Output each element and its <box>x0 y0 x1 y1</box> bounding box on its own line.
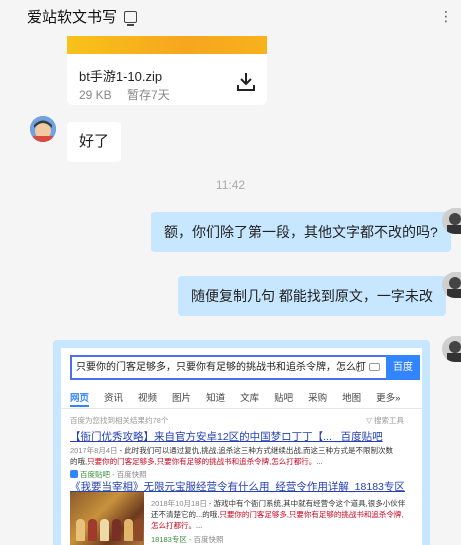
search-tabs: 网页 资讯 视频 图片 知道 文库 贴吧 采购 地图 更多» <box>70 390 415 407</box>
microphone-icon <box>356 362 362 372</box>
result-thumbnail <box>70 492 144 545</box>
tab-more: 更多» <box>376 393 401 404</box>
tab-tieba: 贴吧 <box>274 393 294 404</box>
chat-header: 爱站软文书写 ⋮ <box>0 0 461 32</box>
search-tools: ▽ 搜索工具 <box>366 416 404 425</box>
message-bubble-sent: 额，你们除了第一段，其他文字都不改的吗? <box>151 212 451 252</box>
baidu-search-screenshot: 只要你的门客足够多，只要你有足够的挑战书和追杀令牌，怎么打 百度 网页 资讯 视… <box>61 348 422 545</box>
message-bubble-received: 好了 <box>67 122 122 162</box>
contact-avatar[interactable] <box>30 116 56 142</box>
tab-video: 视频 <box>138 393 158 404</box>
search-input: 只要你的门客足够多，只要你有足够的挑战书和追杀令牌，怎么打 <box>70 355 386 380</box>
baidu-paw-icon <box>70 470 78 478</box>
file-status: 暂存7天 <box>127 88 170 102</box>
search-bar: 只要你的门客足够多，只要你有足够的挑战书和追杀令牌，怎么打 百度 <box>70 355 420 380</box>
file-message-card[interactable]: bt手游1-10.zip 29 KB 暂存7天 <box>67 36 267 105</box>
my-avatar[interactable] <box>442 336 461 362</box>
result-meta: 百度为您找到相关结果约78个 ▽ 搜索工具 <box>70 415 404 426</box>
message-timestamp: 11:42 <box>215 178 246 192</box>
camera-icon <box>369 363 380 371</box>
tab-caigou: 采购 <box>308 393 328 404</box>
result-title: 【衙门优秀攻略】来自官方安卓12区的中国梦ロ丁丁【... _百度贴吧 <box>70 431 383 443</box>
file-name: bt手游1-10.zip <box>79 69 163 84</box>
message-bubble-sent: 随便复制几句 都能找到原文，一字未改 <box>178 276 446 316</box>
result-snippet: 2017年8月4日 - 此时我们可以通过复仇,挑战,追杀这三种方式继续出战,而这… <box>70 446 393 466</box>
tab-news: 资讯 <box>104 393 124 404</box>
divider <box>61 408 422 409</box>
result-count: 百度为您找到相关结果约78个 <box>70 416 169 425</box>
search-query: 只要你的门客足够多，只要你有足够的挑战书和追杀令牌，怎么打 <box>76 362 366 373</box>
file-banner <box>67 36 267 54</box>
search-button: 百度 <box>386 355 420 380</box>
download-icon[interactable] <box>237 72 255 92</box>
result-snippet: 2018年10月18日 - 游戏中有个衙门系统,其中就有经营令这个道具,很多小伙… <box>151 499 406 530</box>
my-avatar[interactable] <box>442 272 461 298</box>
tab-zhidao: 知道 <box>206 393 226 404</box>
monitor-icon[interactable] <box>124 10 138 26</box>
file-meta: 29 KB 暂存7天 <box>79 86 170 103</box>
more-menu-icon[interactable]: ⋮ <box>439 8 453 25</box>
tab-map: 地图 <box>342 393 362 404</box>
image-message[interactable]: 只要你的门客足够多，只要你有足够的挑战书和追杀令牌，怎么打 百度 网页 资讯 视… <box>53 340 430 545</box>
tab-wenku: 文库 <box>240 393 260 404</box>
tab-images: 图片 <box>172 393 192 404</box>
result-source: 18183专区 - 百度快照 <box>151 535 224 544</box>
chat-title: 爱站软文书写 <box>27 8 118 26</box>
my-avatar[interactable] <box>442 208 461 234</box>
tab-web: 网页 <box>70 390 90 407</box>
file-size: 29 KB <box>79 88 112 102</box>
